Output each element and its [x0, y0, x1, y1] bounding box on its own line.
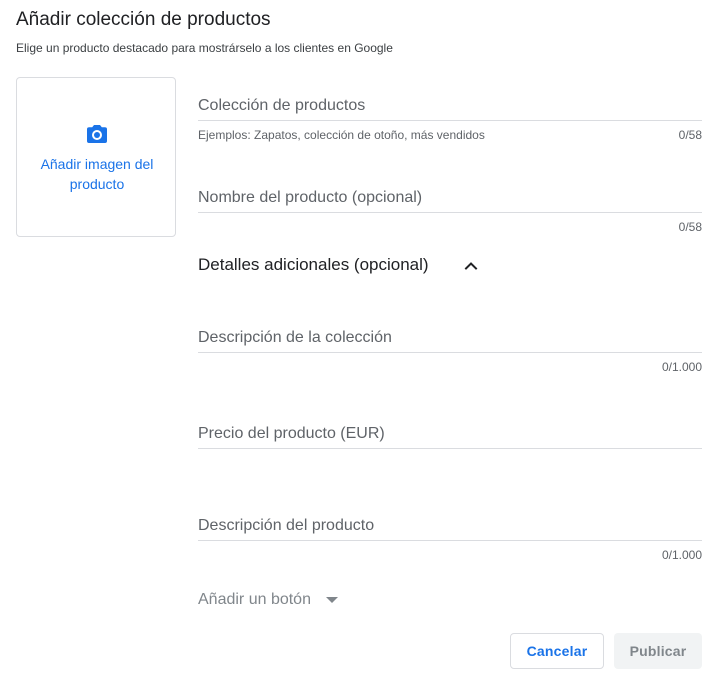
- product-description-char-counter: 0/1.000: [661, 548, 702, 562]
- collection-input[interactable]: Colección de productos: [198, 97, 365, 115]
- caret-down-icon: [326, 597, 338, 603]
- add-product-image-label-line2: producto: [69, 176, 125, 192]
- product-name-input[interactable]: Nombre del producto (opcional): [198, 189, 422, 207]
- publish-button[interactable]: Publicar: [614, 633, 702, 669]
- collection-field[interactable]: Colección de productos Ejemplos: Zapatos…: [198, 97, 702, 145]
- collection-description-underline: [198, 352, 702, 353]
- product-description-field[interactable]: Descripción del producto 0/1.000: [198, 517, 702, 565]
- product-description-input[interactable]: Descripción del producto: [198, 517, 374, 535]
- product-price-input[interactable]: Precio del producto (EUR): [198, 425, 385, 443]
- collection-char-counter: 0/58: [678, 128, 702, 142]
- product-name-field[interactable]: Nombre del producto (opcional) 0/58: [198, 189, 702, 237]
- camera-icon: [87, 125, 107, 143]
- dialog-title: Añadir colección de productos: [16, 9, 271, 30]
- collection-description-char-counter: 0/1.000: [661, 360, 702, 374]
- add-product-image-button[interactable]: Añadir imagen del producto: [16, 77, 176, 237]
- dialog-subtitle: Elige un producto destacado para mostrár…: [16, 41, 393, 55]
- additional-details-label: Detalles adicionales (opcional): [198, 255, 429, 274]
- add-product-image-label-line1: Añadir imagen del: [40, 156, 154, 172]
- collection-helper-text: Ejemplos: Zapatos, colección de otoño, m…: [198, 128, 485, 142]
- product-description-underline: [198, 540, 702, 541]
- add-product-image-label: Añadir imagen del producto: [17, 154, 177, 194]
- collection-underline: [198, 120, 702, 121]
- cancel-button[interactable]: Cancelar: [510, 633, 604, 669]
- product-price-field[interactable]: Precio del producto (EUR): [198, 425, 702, 451]
- add-button-label: Añadir un botón: [198, 591, 311, 608]
- product-price-underline: [198, 448, 702, 449]
- product-name-underline: [198, 212, 702, 213]
- product-name-char-counter: 0/58: [678, 220, 702, 234]
- collection-description-input[interactable]: Descripción de la colección: [198, 329, 392, 347]
- collection-description-field[interactable]: Descripción de la colección 0/1.000: [198, 329, 702, 377]
- chevron-up-icon: [464, 262, 478, 270]
